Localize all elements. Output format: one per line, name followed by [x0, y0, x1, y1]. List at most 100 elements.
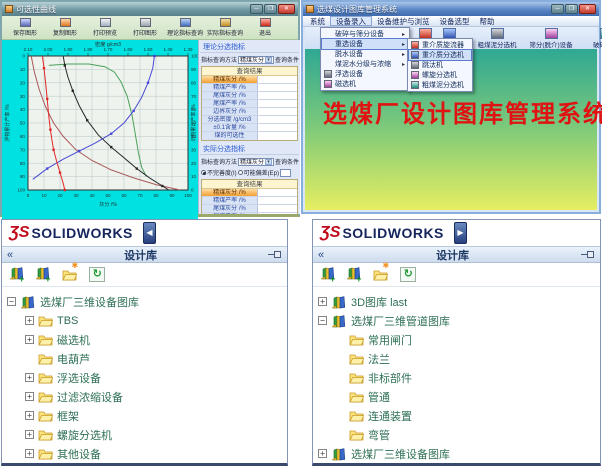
actual-method-select[interactable]: 精煤灰分▾	[238, 158, 274, 166]
expand-plus-icon[interactable]: +	[25, 449, 34, 458]
tree-item-7[interactable]: +框架	[2, 406, 287, 425]
svg-text:1.30: 1.30	[184, 47, 193, 52]
svg-text:1.50: 1.50	[144, 47, 153, 52]
tree-item-3[interactable]: 常用闸门	[313, 330, 600, 349]
submenu-item-3[interactable]: 跳汰机	[409, 60, 471, 70]
refresh-icon[interactable]: ↻	[89, 267, 105, 282]
tree-item-9[interactable]: +其他设备	[2, 444, 287, 463]
expand-plus-icon[interactable]: +	[25, 392, 34, 401]
pin-icon[interactable]	[581, 250, 595, 259]
result-row[interactable]: 分选密度 /g/cm3	[202, 116, 297, 124]
expand-plus-icon[interactable]: +	[25, 335, 34, 344]
ep-value-input[interactable]	[280, 169, 291, 177]
expand-plus-icon[interactable]: +	[25, 316, 34, 325]
menu-item-1[interactable]: 破碎与筛分设备▸	[322, 29, 408, 39]
menu-1[interactable]: 系统	[305, 16, 330, 26]
toolbar-button-3[interactable]: 打印预览	[86, 18, 124, 37]
toolbar-button-1[interactable]: 保存图形	[6, 18, 44, 37]
toolbar-button-5[interactable]: 理论指标查询	[166, 18, 204, 37]
theory-method-select[interactable]: 精煤灰分▾	[238, 56, 274, 64]
panel-collapse-tab[interactable]: ◀	[143, 222, 156, 244]
submenu-item-2[interactable]: 重介质分选机	[409, 50, 471, 60]
equipment-toolbar-item[interactable]: 破碎设备	[582, 28, 602, 49]
expand-plus-icon[interactable]: +	[318, 449, 327, 458]
expand-plus-icon[interactable]: +	[318, 297, 327, 306]
tree-item-5[interactable]: +浮选设备	[2, 368, 287, 387]
equipment-toolbar-item[interactable]: 粗煤泥分选机	[473, 28, 521, 49]
refresh-icon[interactable]: ↻	[400, 267, 416, 282]
menu-item-2[interactable]: 重选设备▸	[322, 39, 408, 49]
collapse-minus-icon[interactable]: −	[318, 316, 327, 325]
result-row[interactable]: 尾煤产率 /%	[202, 100, 297, 108]
submenu-item-5[interactable]: 粗煤泥分选机	[409, 80, 471, 90]
tree-item-2[interactable]: +TBS	[2, 311, 287, 330]
expand-plus-icon[interactable]: +	[25, 373, 34, 382]
result-row[interactable]: 尾煤产率 /%	[202, 213, 297, 214]
submenu-item-4[interactable]: 螺旋分选机	[409, 70, 471, 80]
close-button[interactable]: ✕	[278, 4, 295, 14]
result-row[interactable]: 精煤产率 /%	[202, 197, 297, 205]
menu-item-3[interactable]: 脱水设备▸	[322, 49, 408, 59]
panel-expand-tab[interactable]: ▶	[454, 222, 467, 244]
result-row[interactable]: 精煤灰分 /%	[202, 76, 297, 84]
equipment-toolbar-item[interactable]: 筛分(脱介)设备	[527, 28, 575, 49]
toolbar-button-7[interactable]: 退出	[246, 18, 284, 37]
menu-item-6[interactable]: 磁选机	[322, 79, 408, 89]
tree-item-2[interactable]: −选煤厂三维管道图库	[313, 311, 600, 330]
menu-item-spacer	[324, 60, 332, 68]
result-row[interactable]: 精煤产率 /%	[202, 84, 297, 92]
new-folder-icon[interactable]: ✱	[373, 269, 390, 281]
add-file-location-icon[interactable]: +	[35, 266, 50, 284]
menu-5[interactable]: 帮助	[475, 16, 500, 26]
tree-item-8[interactable]: +螺旋分选机	[2, 425, 287, 444]
menu-item-spacer	[324, 50, 332, 58]
tree-item-4[interactable]: 法兰	[313, 349, 600, 368]
probable-error-radio[interactable]: 可能偏差(Ep)	[238, 168, 279, 177]
tree-item-6[interactable]: 管通	[313, 387, 600, 406]
result-row[interactable]: 精煤灰分 /%	[202, 189, 297, 197]
tree-item-3[interactable]: +磁选机	[2, 330, 287, 349]
add-to-library-icon[interactable]: +	[9, 266, 24, 284]
tree-item-1[interactable]: +3D图库 last	[313, 292, 600, 311]
submenu-item-1[interactable]: 重介质旋流器	[409, 40, 471, 50]
collapse-minus-icon[interactable]: −	[7, 297, 16, 306]
result-row[interactable]: 尾煤灰分 /%	[202, 92, 297, 100]
washability-titlebar[interactable]: 可选性曲线 ─ ❐ ✕	[2, 2, 298, 16]
result-row[interactable]: 煤的可选性	[202, 132, 297, 140]
tree-item-1[interactable]: −选煤厂三维设备图库	[2, 292, 287, 311]
minimize-button[interactable]: ─	[250, 4, 263, 14]
menu-3[interactable]: 设备维护与浏览	[372, 16, 435, 26]
toolbar-button-6[interactable]: 实际指标查询	[206, 18, 244, 37]
pin-icon[interactable]	[268, 250, 282, 259]
maximize-button[interactable]: ❐	[565, 4, 578, 14]
menu-item-5[interactable]: 浮选设备	[322, 69, 408, 79]
menu-4[interactable]: 设备选型	[435, 16, 475, 26]
expand-plus-icon[interactable]: +	[25, 411, 34, 420]
menu-2[interactable]: 设备录入	[330, 16, 372, 26]
result-row[interactable]: 尾煤灰分 /%	[202, 205, 297, 213]
design-window-titlebar[interactable]: 选煤设计图库管理系统 ─ ❐ ✕	[303, 2, 599, 16]
result-row[interactable]: ±0.1含量 /%	[202, 124, 297, 132]
svg-text:10: 10	[20, 67, 26, 72]
tree-item-6[interactable]: +过滤浓缩设备	[2, 387, 287, 406]
close-button[interactable]: ✕	[579, 4, 596, 14]
submenu-item-label: 粗煤泥分选机	[422, 80, 464, 90]
svg-text:40: 40	[20, 107, 26, 112]
maximize-button[interactable]: ❐	[264, 4, 277, 14]
tree-item-5[interactable]: 非标部件	[313, 368, 600, 387]
tree-item-8[interactable]: 弯管	[313, 425, 600, 444]
minimize-button[interactable]: ─	[551, 4, 564, 14]
toolbar-button-2[interactable]: 复制图形	[46, 18, 84, 37]
add-file-location-icon[interactable]: +	[346, 266, 361, 284]
menu-item-4[interactable]: 煤泥水分级与浓缩▸	[322, 59, 408, 69]
tree-item-4[interactable]: 电葫芦	[2, 349, 287, 368]
expand-plus-icon[interactable]: +	[25, 430, 34, 439]
new-folder-icon[interactable]: ✱	[62, 269, 79, 281]
submenu-item-label: 螺旋分选机	[422, 70, 457, 80]
tree-item-7[interactable]: 连通装置	[313, 406, 600, 425]
imperfection-radio[interactable]: 不完善度(I)	[201, 168, 237, 177]
result-row[interactable]: 边界灰分 /%	[202, 108, 297, 116]
toolbar-button-4[interactable]: 打印图形	[126, 18, 164, 37]
tree-item-9[interactable]: +选煤厂三维设备图库	[313, 444, 600, 463]
add-to-library-icon[interactable]: +	[320, 266, 335, 284]
